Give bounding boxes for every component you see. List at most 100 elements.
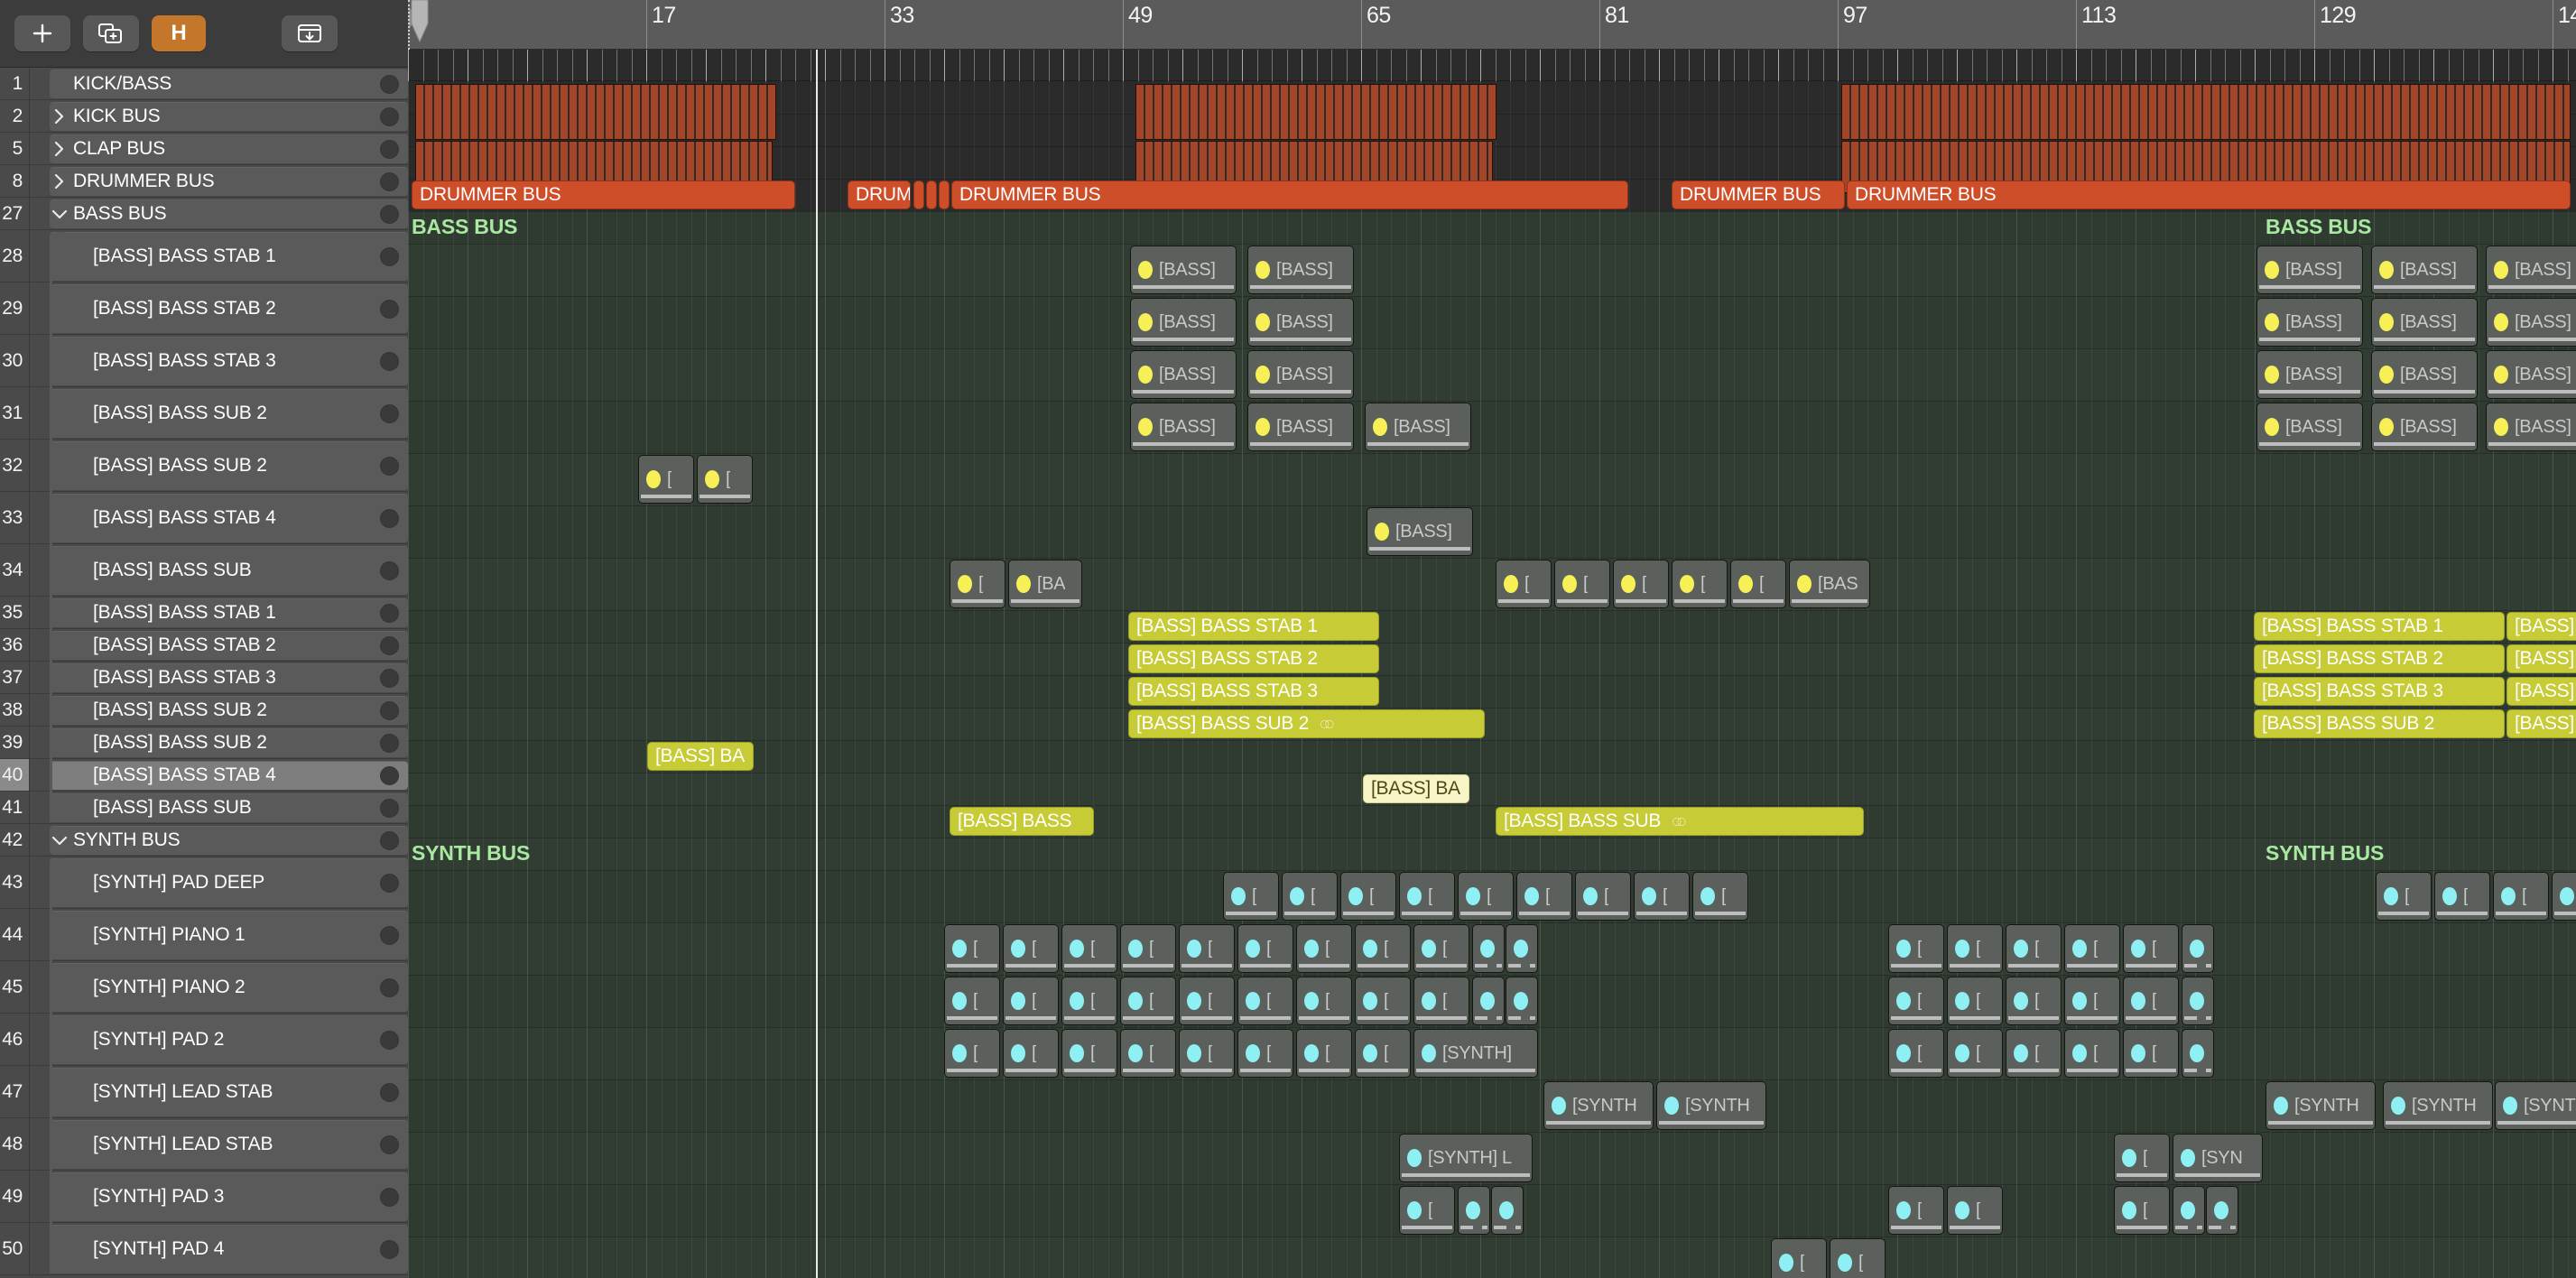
arrange-clip[interactable]: [BASS] BA bbox=[2507, 709, 2576, 738]
arrange-clip[interactable]: [BASS] BASS STAB 1 bbox=[1128, 612, 1379, 641]
arrange-clip[interactable]: [ bbox=[1413, 924, 1469, 973]
arrange-clip[interactable]: DRUM bbox=[848, 181, 911, 209]
track-body[interactable]: [SYNTH] PAD 3 bbox=[50, 1172, 408, 1221]
arrange-clip[interactable]: [ bbox=[2006, 977, 2062, 1025]
arrange-lane[interactable] bbox=[408, 708, 2576, 740]
arrange-clip[interactable]: [SYNTH bbox=[2495, 1081, 2576, 1130]
track-body[interactable]: [BASS] BASS STAB 3 bbox=[50, 662, 408, 692]
chevron-down-icon[interactable] bbox=[50, 208, 69, 220]
arrange-clip[interactable]: [BASS] bbox=[1247, 403, 1354, 451]
arrange-lane[interactable] bbox=[408, 1079, 2576, 1132]
arrange-lane[interactable] bbox=[408, 211, 2576, 244]
track-header-row[interactable]: 2 KICK BUS bbox=[0, 100, 408, 133]
arrange-clip[interactable]: [BASS] bbox=[1130, 298, 1237, 347]
arrange-clip[interactable]: [BASS] bbox=[1130, 245, 1237, 294]
arrange-clip[interactable]: [ bbox=[1355, 977, 1411, 1025]
arrange-lane[interactable] bbox=[408, 296, 2576, 348]
arrange-clip[interactable]: [ bbox=[2064, 1029, 2120, 1078]
arrange-clip[interactable]: [ bbox=[1575, 872, 1631, 921]
arrange-clip[interactable] bbox=[2173, 1186, 2205, 1235]
record-enable-button[interactable] bbox=[370, 139, 408, 159]
arrange-clip[interactable]: DRUMMER BUS bbox=[951, 181, 1628, 209]
arrange-lane[interactable] bbox=[408, 348, 2576, 401]
record-enable-button[interactable] bbox=[370, 204, 408, 224]
arrange-clip[interactable]: [BASS] bbox=[2256, 350, 2363, 399]
arrange-clip[interactable] bbox=[1506, 924, 1538, 973]
arrange-clip[interactable]: [ bbox=[2064, 977, 2120, 1025]
record-enable-button[interactable] bbox=[370, 246, 408, 266]
arrange-clip[interactable]: [ bbox=[1223, 872, 1279, 921]
arrange-clip[interactable]: [BASS] bbox=[2371, 403, 2478, 451]
arrange-clip[interactable]: DRUMMER BUS bbox=[412, 181, 795, 209]
track-body[interactable]: [BASS] BASS STAB 2 bbox=[50, 630, 408, 660]
arrange-clip[interactable]: [BASS] bbox=[2256, 298, 2363, 347]
arrange-clip[interactable]: [BASS] BASS STAB 1 bbox=[2254, 612, 2505, 641]
arrange-clip[interactable]: [ bbox=[1003, 924, 1059, 973]
arrange-clip[interactable]: [BASS] BASS STAB 3 bbox=[1128, 677, 1379, 706]
track-header-row[interactable]: 42 SYNTH BUS bbox=[0, 824, 408, 857]
timeline-ruler[interactable]: 1173349658197113129145 bbox=[408, 0, 2576, 50]
track-body[interactable]: [BASS] BASS STAB 1 bbox=[50, 231, 408, 281]
arrange-clip[interactable]: [BASS] bbox=[1367, 507, 1473, 556]
track-body[interactable]: [BASS] BASS STAB 1 bbox=[50, 597, 408, 627]
arrange-clip[interactable]: [ bbox=[2493, 872, 2549, 921]
arrange-clip[interactable] bbox=[913, 181, 924, 209]
arrange-clip[interactable] bbox=[1491, 1186, 1524, 1235]
track-body[interactable]: [BASS] BASS STAB 4 bbox=[50, 760, 408, 790]
record-enable-button[interactable] bbox=[370, 603, 408, 623]
track-header-row[interactable]: 1 KICK/BASS bbox=[0, 68, 408, 100]
arrange-clip[interactable]: [ bbox=[638, 455, 694, 504]
arrange-clip[interactable]: [ bbox=[1730, 560, 1786, 608]
track-body[interactable]: [SYNTH] PIANO 2 bbox=[50, 962, 408, 1012]
arrange-lane[interactable] bbox=[408, 1236, 2576, 1278]
track-header-row[interactable]: 5 CLAP BUS bbox=[0, 133, 408, 165]
arrange-clip[interactable]: [ bbox=[1355, 1029, 1411, 1078]
record-enable-button[interactable] bbox=[370, 171, 408, 191]
record-enable-button[interactable] bbox=[370, 668, 408, 688]
record-enable-button[interactable] bbox=[370, 1082, 408, 1102]
arrange-clip[interactable]: [ bbox=[1399, 872, 1455, 921]
arrange-clip[interactable]: [BASS] bbox=[2486, 245, 2576, 294]
arrange-lane[interactable] bbox=[408, 838, 2576, 870]
arrange-clip[interactable]: [BASS] BA bbox=[1363, 774, 1469, 803]
track-header-row[interactable]: 27 BASS BUS bbox=[0, 198, 408, 230]
arrange-clip[interactable]: [BASS] BASS SUB 2 bbox=[2254, 709, 2505, 738]
arrange-lane[interactable] bbox=[408, 675, 2576, 708]
arrange-clip[interactable]: [BASS] BASS STAB 3 bbox=[2254, 677, 2505, 706]
import-button[interactable] bbox=[282, 15, 338, 51]
arrange-clip[interactable]: [ bbox=[1120, 924, 1176, 973]
record-enable-button[interactable] bbox=[370, 456, 408, 476]
arrange-clip[interactable]: [ bbox=[2123, 924, 2179, 973]
arrange-clip[interactable]: [ bbox=[1179, 977, 1235, 1025]
arrange-clip[interactable]: [BA bbox=[1008, 560, 1082, 608]
arrange-clip[interactable]: [SYNTH] L bbox=[1399, 1134, 1533, 1182]
record-enable-button[interactable] bbox=[370, 508, 408, 528]
hide-tracks-button[interactable]: H bbox=[152, 15, 206, 51]
arrange-clip[interactable]: [BASS] BA bbox=[2507, 677, 2576, 706]
track-body[interactable]: KICK/BASS bbox=[50, 69, 408, 98]
arrange-lane[interactable] bbox=[408, 558, 2576, 610]
track-body[interactable]: [SYNTH] PAD 4 bbox=[50, 1224, 408, 1273]
arrange-clip[interactable]: [SYN bbox=[2173, 1134, 2263, 1182]
arrange-clip[interactable]: [BASS] bbox=[1247, 245, 1354, 294]
arrange-clip[interactable]: [ bbox=[1003, 977, 1059, 1025]
track-body[interactable]: [BASS] BASS SUB 2 bbox=[50, 695, 408, 725]
arrange-clip[interactable]: [BASS] bbox=[2371, 350, 2478, 399]
chevron-down-icon[interactable] bbox=[50, 834, 69, 847]
track-body[interactable]: [SYNTH] LEAD STAB bbox=[50, 1119, 408, 1169]
record-enable-button[interactable] bbox=[370, 977, 408, 997]
arrange-clip[interactable]: [ bbox=[1120, 1029, 1176, 1078]
arrange-clip[interactable]: [ bbox=[1692, 872, 1748, 921]
arrange-clip[interactable]: [ bbox=[1237, 977, 1293, 1025]
arrange-clip[interactable]: [ bbox=[944, 1029, 1000, 1078]
arrange-clip[interactable]: [BASS] bbox=[2371, 245, 2478, 294]
arrange-clip[interactable]: [ bbox=[1413, 977, 1469, 1025]
arrange-clip[interactable]: [ bbox=[950, 560, 1005, 608]
arrange-clip[interactable]: [ bbox=[2376, 872, 2432, 921]
arrange-clip[interactable]: [ bbox=[2064, 924, 2120, 973]
arrange-clip[interactable]: [ bbox=[2123, 977, 2179, 1025]
record-enable-button[interactable] bbox=[370, 106, 408, 126]
arrange-clip[interactable]: [ bbox=[697, 455, 753, 504]
track-body[interactable]: CLAP BUS bbox=[50, 134, 408, 163]
arrange-clip[interactable]: [ bbox=[1296, 1029, 1352, 1078]
